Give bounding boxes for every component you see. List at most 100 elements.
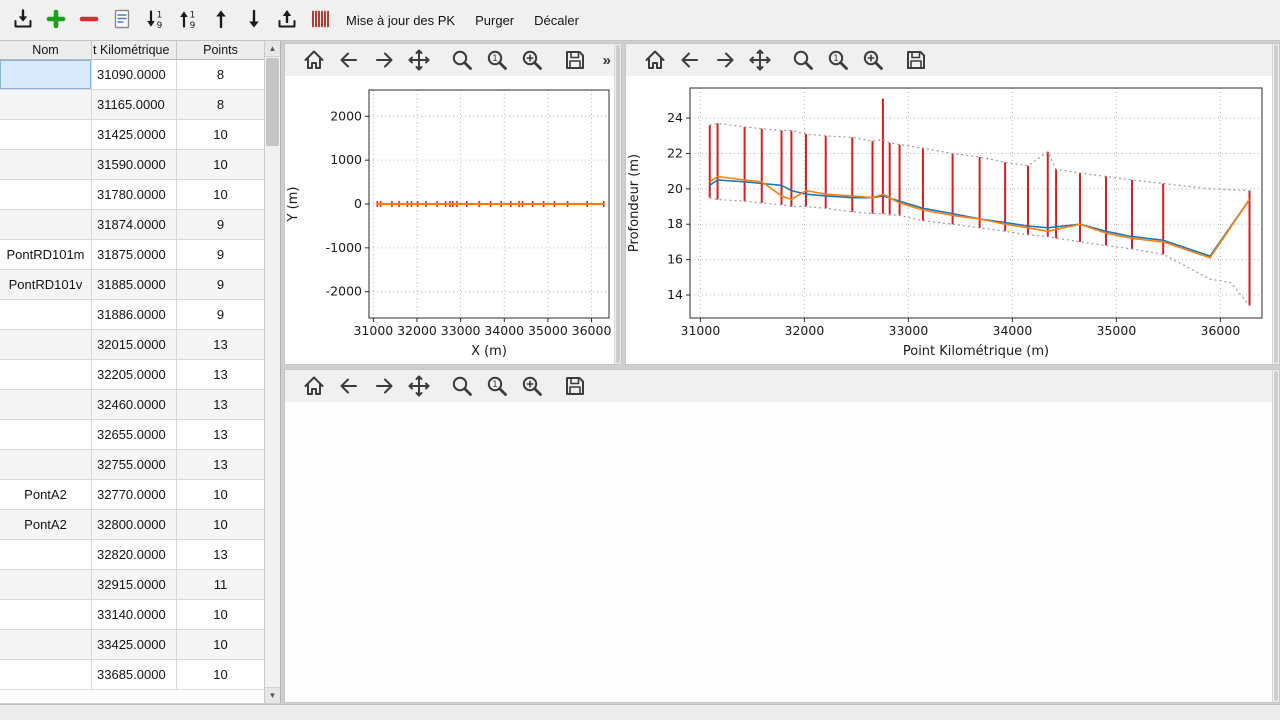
cell-pk[interactable]: 33685.0000 bbox=[92, 660, 177, 690]
cell-nom[interactable] bbox=[0, 630, 92, 660]
home-button[interactable] bbox=[641, 47, 667, 73]
cell-pk[interactable]: 31425.0000 bbox=[92, 120, 177, 150]
profile-panel-scrollbar[interactable] bbox=[1272, 44, 1279, 364]
cell-pk[interactable]: 32460.0000 bbox=[92, 390, 177, 420]
cell-nom[interactable] bbox=[0, 120, 92, 150]
cell-nom[interactable]: PontA2 bbox=[0, 510, 92, 540]
pan-button[interactable] bbox=[405, 47, 431, 73]
cell-points[interactable]: 9 bbox=[177, 270, 265, 300]
empty-plot-canvas[interactable] bbox=[285, 402, 1272, 702]
cell-pk[interactable]: 31780.0000 bbox=[92, 180, 177, 210]
back-button[interactable] bbox=[335, 47, 361, 73]
cell-pk[interactable]: 33140.0000 bbox=[92, 600, 177, 630]
plan-chart[interactable]: 310003200033000340003500036000-2000-1000… bbox=[285, 76, 615, 364]
cell-pk[interactable]: 31590.0000 bbox=[92, 150, 177, 180]
cell-points[interactable]: 10 bbox=[177, 480, 265, 510]
sort-asc-button[interactable]: 19 bbox=[138, 3, 171, 37]
cell-nom[interactable] bbox=[0, 180, 92, 210]
column-header-points[interactable]: Points bbox=[177, 41, 265, 60]
purge-button[interactable]: Purger bbox=[465, 3, 524, 37]
cell-pk[interactable]: 31090.0000 bbox=[92, 60, 177, 90]
cell-nom[interactable] bbox=[0, 420, 92, 450]
cell-points[interactable]: 9 bbox=[177, 240, 265, 270]
cell-nom[interactable] bbox=[0, 330, 92, 360]
cell-pk[interactable]: 31885.0000 bbox=[92, 270, 177, 300]
cell-pk[interactable]: 31875.0000 bbox=[92, 240, 177, 270]
edit-button[interactable] bbox=[105, 3, 138, 37]
toolbar-extension-button[interactable]: » bbox=[603, 52, 611, 69]
cell-nom[interactable] bbox=[0, 90, 92, 120]
move-up-button[interactable] bbox=[204, 3, 237, 37]
export-button[interactable] bbox=[270, 3, 303, 37]
cell-points[interactable]: 13 bbox=[177, 330, 265, 360]
cell-nom[interactable] bbox=[0, 570, 92, 600]
zoom-all-button[interactable] bbox=[518, 47, 544, 73]
cell-points[interactable]: 9 bbox=[177, 210, 265, 240]
move-down-button[interactable] bbox=[237, 3, 270, 37]
zoom-one-button[interactable]: 1 bbox=[824, 47, 850, 73]
cell-nom[interactable] bbox=[0, 360, 92, 390]
cell-nom[interactable]: PontRD101v bbox=[0, 270, 92, 300]
cell-points[interactable]: 10 bbox=[177, 600, 265, 630]
zoom-one-button[interactable]: 1 bbox=[483, 47, 509, 73]
cell-points[interactable]: 11 bbox=[177, 570, 265, 600]
save-button[interactable] bbox=[902, 47, 928, 73]
section-panel-scrollbar[interactable] bbox=[1272, 370, 1279, 702]
import-button[interactable] bbox=[6, 3, 39, 37]
scroll-up-icon[interactable]: ▲ bbox=[265, 41, 280, 57]
forward-button[interactable] bbox=[711, 47, 737, 73]
cell-pk[interactable]: 32205.0000 bbox=[92, 360, 177, 390]
home-button[interactable] bbox=[300, 373, 326, 399]
cell-pk[interactable]: 32800.0000 bbox=[92, 510, 177, 540]
add-button[interactable] bbox=[39, 3, 72, 37]
cell-pk[interactable]: 32770.0000 bbox=[92, 480, 177, 510]
zoom-all-button[interactable] bbox=[518, 373, 544, 399]
cell-nom[interactable] bbox=[0, 660, 92, 690]
column-header-nom[interactable]: Nom bbox=[0, 41, 92, 60]
cell-pk[interactable]: 31874.0000 bbox=[92, 210, 177, 240]
sort-desc-button[interactable]: 19 bbox=[171, 3, 204, 37]
cell-points[interactable]: 10 bbox=[177, 510, 265, 540]
cell-points[interactable]: 8 bbox=[177, 90, 265, 120]
cell-points[interactable]: 10 bbox=[177, 630, 265, 660]
cell-pk[interactable]: 31165.0000 bbox=[92, 90, 177, 120]
pan-button[interactable] bbox=[746, 47, 772, 73]
forward-button[interactable] bbox=[370, 373, 396, 399]
zoom-button[interactable] bbox=[448, 373, 474, 399]
cell-pk[interactable]: 32820.0000 bbox=[92, 540, 177, 570]
cell-points[interactable]: 13 bbox=[177, 450, 265, 480]
cell-points[interactable]: 10 bbox=[177, 150, 265, 180]
cell-points[interactable]: 10 bbox=[177, 180, 265, 210]
cell-nom[interactable]: PontA2 bbox=[0, 480, 92, 510]
back-button[interactable] bbox=[676, 47, 702, 73]
cell-nom[interactable]: PontRD101m bbox=[0, 240, 92, 270]
save-button[interactable] bbox=[561, 373, 587, 399]
zoom-button[interactable] bbox=[789, 47, 815, 73]
back-button[interactable] bbox=[335, 373, 361, 399]
cell-nom[interactable] bbox=[0, 450, 92, 480]
cell-pk[interactable]: 32655.0000 bbox=[92, 420, 177, 450]
cell-pk[interactable]: 32915.0000 bbox=[92, 570, 177, 600]
cell-points[interactable]: 10 bbox=[177, 120, 265, 150]
cell-points[interactable]: 13 bbox=[177, 390, 265, 420]
cell-points[interactable]: 13 bbox=[177, 540, 265, 570]
cell-points[interactable]: 9 bbox=[177, 300, 265, 330]
scroll-down-icon[interactable]: ▼ bbox=[265, 687, 280, 703]
update-pk-button[interactable]: Mise à jour des PK bbox=[336, 3, 465, 37]
cell-nom[interactable] bbox=[0, 210, 92, 240]
zoom-one-button[interactable]: 1 bbox=[483, 373, 509, 399]
save-button[interactable] bbox=[561, 47, 587, 73]
cell-pk[interactable]: 31886.0000 bbox=[92, 300, 177, 330]
cell-pk[interactable]: 33425.0000 bbox=[92, 630, 177, 660]
plan-panel-scrollbar[interactable] bbox=[614, 44, 621, 364]
zoom-button[interactable] bbox=[448, 47, 474, 73]
shift-button[interactable]: Décaler bbox=[524, 3, 589, 37]
cell-nom[interactable] bbox=[0, 540, 92, 570]
cell-nom[interactable] bbox=[0, 150, 92, 180]
table-scrollbar[interactable]: ▲ ▼ bbox=[264, 41, 280, 703]
forward-button[interactable] bbox=[370, 47, 396, 73]
home-button[interactable] bbox=[300, 47, 326, 73]
cell-pk[interactable]: 32755.0000 bbox=[92, 450, 177, 480]
cell-pk[interactable]: 32015.0000 bbox=[92, 330, 177, 360]
zoom-all-button[interactable] bbox=[859, 47, 885, 73]
